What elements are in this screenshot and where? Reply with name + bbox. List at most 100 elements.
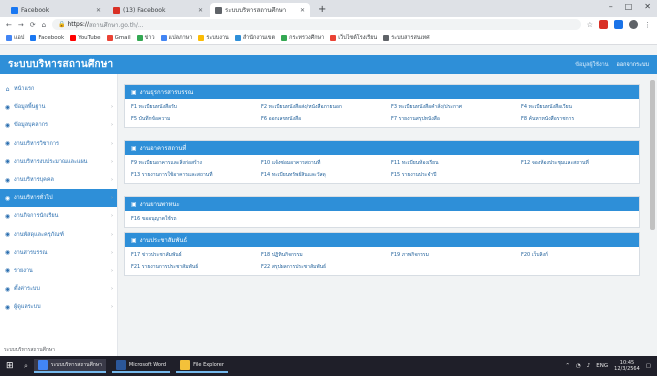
- menu-link[interactable]: F18 ปฏิทินกิจกรรม: [261, 251, 391, 259]
- menu-link[interactable]: F14 ทะเบียนทรัพย์สินและวัสดุ: [261, 171, 391, 179]
- forward-icon[interactable]: →: [18, 21, 24, 29]
- notification-icon[interactable]: ▢: [646, 363, 651, 369]
- menu-kebab-icon[interactable]: ⋮: [644, 21, 651, 29]
- bookmark-item[interactable]: แอป: [6, 34, 24, 42]
- new-tab-button[interactable]: +: [312, 3, 332, 17]
- close-tab-icon[interactable]: ✕: [96, 7, 101, 14]
- bookmark-item[interactable]: กระทรวงศึกษา: [281, 34, 324, 42]
- menu-link[interactable]: F12 จองห้องประชุมและสถานที่: [521, 159, 635, 167]
- menu-link[interactable]: F9 ทะเบียนอาคารและสิ่งก่อสร้าง: [131, 159, 261, 167]
- browser-tab[interactable]: Facebook ✕: [6, 3, 106, 17]
- bookmark-item[interactable]: Facebook: [30, 35, 64, 41]
- profile-avatar[interactable]: [629, 20, 638, 29]
- logout-link[interactable]: ออกจากระบบ: [617, 61, 649, 69]
- sidebar-item[interactable]: ◉ งานพัสดุและครุภัณฑ์ ›: [0, 226, 117, 244]
- home-icon[interactable]: ⌂: [42, 21, 46, 29]
- menu-panel: ▣ งานอาคารสถานที่ F9 ทะเบียนอาคารและสิ่งก่…: [124, 140, 640, 184]
- language-indicator[interactable]: ENG: [596, 363, 608, 369]
- menu-link[interactable]: F21 รายงานการประชาสัมพันธ์: [131, 263, 261, 271]
- taskbar-app[interactable]: Microsoft Word: [111, 359, 171, 373]
- volume-icon[interactable]: ♪: [587, 363, 591, 369]
- sidebar-item[interactable]: ◉ งานบริหารทั่วไป ›: [0, 189, 117, 208]
- bookmark-favicon-icon: [330, 35, 337, 41]
- sidebar-item[interactable]: ◉ ข้อมูลพื้นฐาน ›: [0, 98, 117, 116]
- menu-link[interactable]: F3 ทะเบียนหนังสือคำสั่ง/ประกาศ: [391, 103, 521, 111]
- sidebar: ⌂ หน้าแรก ◉ ข้อมูลพื้นฐาน › ◉ ข้อมูลบุคลากร › ◉ ง…: [0, 74, 118, 356]
- search-icon[interactable]: ⌕: [24, 362, 28, 371]
- sidebar-item[interactable]: ◉ งานกิจการนักเรียน ›: [0, 207, 117, 225]
- menu-link[interactable]: F2 ทะเบียนหนังสือส่ง/หนังสือภายนอก: [261, 103, 391, 111]
- sidebar-item-label: ตั้งค่าระบบ: [14, 286, 40, 293]
- sidebar-item[interactable]: ◉ ตั้งค่าระบบ ›: [0, 280, 117, 298]
- menu-link[interactable]: F11 ทะเบียนห้องเรียน: [391, 159, 521, 167]
- star-icon[interactable]: ☆: [587, 21, 593, 29]
- menu-link[interactable]: F1 ทะเบียนหนังสือรับ: [131, 103, 261, 111]
- menu-link[interactable]: F17 ข่าวประชาสัมพันธ์: [131, 251, 261, 259]
- menu-link[interactable]: F6 ออกเลขหนังสือ: [261, 115, 391, 123]
- browser-tab[interactable]: ระบบบริหารสถานศึกษา ✕: [210, 3, 310, 17]
- close-window-button[interactable]: ✕: [644, 2, 651, 11]
- menu-link[interactable]: F16 ขออนุญาตใช้รถ: [131, 215, 261, 223]
- menu-link[interactable]: F15 รายงานประจำปี: [391, 171, 521, 179]
- maximize-button[interactable]: □: [625, 2, 633, 11]
- sidebar-item[interactable]: ◉ งานบริหารบุคคล ›: [0, 171, 117, 189]
- bookmark-item[interactable]: ระบบงาน: [198, 34, 229, 42]
- taskbar-app[interactable]: File Explorer: [176, 359, 228, 373]
- sidebar-item-label: หน้าแรก: [14, 86, 35, 93]
- browser-tab[interactable]: (13) Facebook ✕: [108, 3, 208, 17]
- clock[interactable]: 10:45 12/3/2564: [614, 360, 640, 372]
- sidebar-item[interactable]: ⌂ หน้าแรก: [0, 80, 117, 98]
- taskbar-app[interactable]: ระบบบริหารสถานศึกษา: [33, 359, 106, 373]
- menu-link[interactable]: F20 เว็บลิงก์: [521, 251, 635, 259]
- menu-link[interactable]: F13 รายงานการใช้อาคารและสถานที่: [131, 171, 261, 179]
- extension-icon[interactable]: [614, 20, 623, 29]
- bookmark-item[interactable]: Gmail: [106, 35, 131, 41]
- menu-link[interactable]: F4 ทะเบียนหนังสือเวียน: [521, 103, 635, 111]
- menu-link[interactable]: F5 บันทึกข้อความ: [131, 115, 261, 123]
- sidebar-item[interactable]: ◉ รายงาน ›: [0, 262, 117, 280]
- scrollbar-thumb[interactable]: [650, 80, 655, 230]
- bookmark-item[interactable]: เว็บไซต์โรงเรียน: [330, 34, 377, 42]
- window-controls: – □ ✕: [609, 2, 651, 11]
- address-bar-row: ← → ⟳ ⌂ 🔒 https:// สถานศึกษา.go.th/... ☆…: [0, 17, 657, 32]
- sidebar-item[interactable]: ◉ งานบริหารงบประมาณและแผน ›: [0, 153, 117, 171]
- menu-link[interactable]: F22 สรุปผลการประชาสัมพันธ์: [261, 263, 391, 271]
- app-header: ระบบบริหารสถานศึกษา ข้อมูลผู้ใช้งาน ออกจ…: [0, 55, 657, 74]
- user-info-link[interactable]: ข้อมูลผู้ใช้งาน: [575, 61, 608, 69]
- page-scrollbar[interactable]: [650, 80, 655, 350]
- sidebar-item-icon: ◉: [4, 176, 11, 184]
- network-icon[interactable]: ◔: [576, 363, 581, 369]
- taskbar-app-label: ระบบบริหารสถานศึกษา: [50, 362, 102, 368]
- sidebar-item-label: งานกิจการนักเรียน: [14, 213, 59, 220]
- panel-links: F1 ทะเบียนหนังสือรับ F2 ทะเบียนหนังสือส่ง…: [125, 99, 639, 127]
- bookmark-item[interactable]: ข่าว: [136, 34, 155, 42]
- chevron-right-icon: ›: [111, 122, 113, 129]
- sidebar-item[interactable]: ◉ งานสารบรรณ ›: [0, 244, 117, 262]
- close-tab-icon[interactable]: ✕: [300, 7, 305, 14]
- bookmark-favicon-icon: [281, 35, 288, 41]
- minimize-button[interactable]: –: [609, 2, 613, 11]
- chevron-up-icon[interactable]: ⌃: [565, 363, 570, 369]
- back-icon[interactable]: ←: [6, 21, 12, 29]
- menu-link[interactable]: F10 แจ้งซ่อมอาคารสถานที่: [261, 159, 391, 167]
- bookmark-item[interactable]: ระบบสารสนเทศ: [383, 34, 430, 42]
- windows-start-icon[interactable]: ⊞: [6, 361, 18, 371]
- sidebar-item-label: งานบริหารวิชาการ: [14, 140, 59, 147]
- sidebar-item-label: ข้อมูลพื้นฐาน: [14, 104, 46, 111]
- bookmark-item[interactable]: สำนักงานเขต: [234, 34, 275, 42]
- sidebar-item[interactable]: ◉ งานบริหารวิชาการ ›: [0, 135, 117, 153]
- bookmark-item[interactable]: แปลภาษา: [160, 34, 192, 42]
- sidebar-item[interactable]: ◉ ผู้ดูแลระบบ ›: [0, 298, 117, 316]
- menu-link[interactable]: F19 ภาพกิจกรรม: [391, 251, 521, 259]
- menu-link[interactable]: F7 รายงานสรุปหนังสือ: [391, 115, 521, 123]
- extension-icon[interactable]: [599, 20, 608, 29]
- bookmark-label: ระบบสารสนเทศ: [391, 35, 430, 41]
- screen: Facebook ✕ (13) Facebook ✕ ระบบบริหารสถานศึก…: [0, 0, 657, 376]
- url-path: สถานศึกษา.go.th/...: [88, 21, 144, 29]
- url-field[interactable]: 🔒 https:// สถานศึกษา.go.th/...: [52, 19, 581, 30]
- bookmark-item[interactable]: YouTube: [70, 35, 101, 41]
- menu-link[interactable]: F8 ค้นหาหนังสือราชการ: [521, 115, 635, 123]
- reload-icon[interactable]: ⟳: [30, 21, 36, 29]
- sidebar-item[interactable]: ◉ ข้อมูลบุคลากร ›: [0, 116, 117, 134]
- close-tab-icon[interactable]: ✕: [198, 7, 203, 14]
